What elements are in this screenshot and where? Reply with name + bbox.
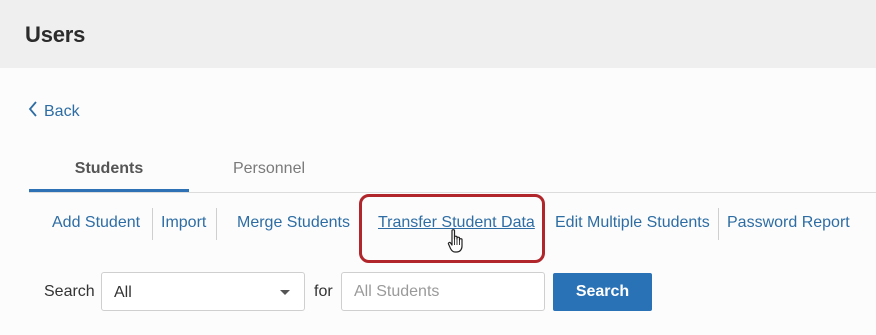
search-scope-select[interactable]: All	[101, 272, 305, 311]
chevron-down-icon	[280, 290, 290, 295]
tab-students-label: Students	[74, 159, 144, 177]
search-row: Search All for Search	[0, 272, 876, 312]
back-label: Back	[44, 102, 80, 120]
action-divider	[152, 208, 153, 240]
search-input[interactable]	[341, 272, 545, 311]
search-scope-value: All	[114, 284, 132, 301]
merge-students-link[interactable]: Merge Students	[237, 214, 350, 232]
hand-pointer-icon	[447, 228, 465, 259]
user-type-tabs: Students Personnel	[29, 148, 876, 193]
chevron-left-icon	[28, 101, 44, 122]
tab-personnel-label: Personnel	[232, 159, 306, 177]
tab-students[interactable]: Students	[29, 148, 189, 192]
search-button[interactable]: Search	[553, 273, 652, 311]
back-link[interactable]: Back	[28, 101, 80, 122]
tab-personnel[interactable]: Personnel	[189, 148, 349, 189]
action-divider	[718, 208, 719, 240]
import-link[interactable]: Import	[161, 214, 206, 232]
page-title: Users	[25, 22, 86, 47]
password-report-link[interactable]: Password Report	[727, 214, 850, 232]
users-page: Users Back Students Personnel Add Studen…	[0, 0, 876, 335]
search-label: Search	[44, 283, 95, 300]
action-divider	[216, 208, 217, 240]
edit-multiple-students-link[interactable]: Edit Multiple Students	[555, 214, 710, 232]
add-student-link[interactable]: Add Student	[52, 214, 140, 232]
page-header: Users	[0, 0, 876, 68]
for-label: for	[314, 283, 333, 300]
